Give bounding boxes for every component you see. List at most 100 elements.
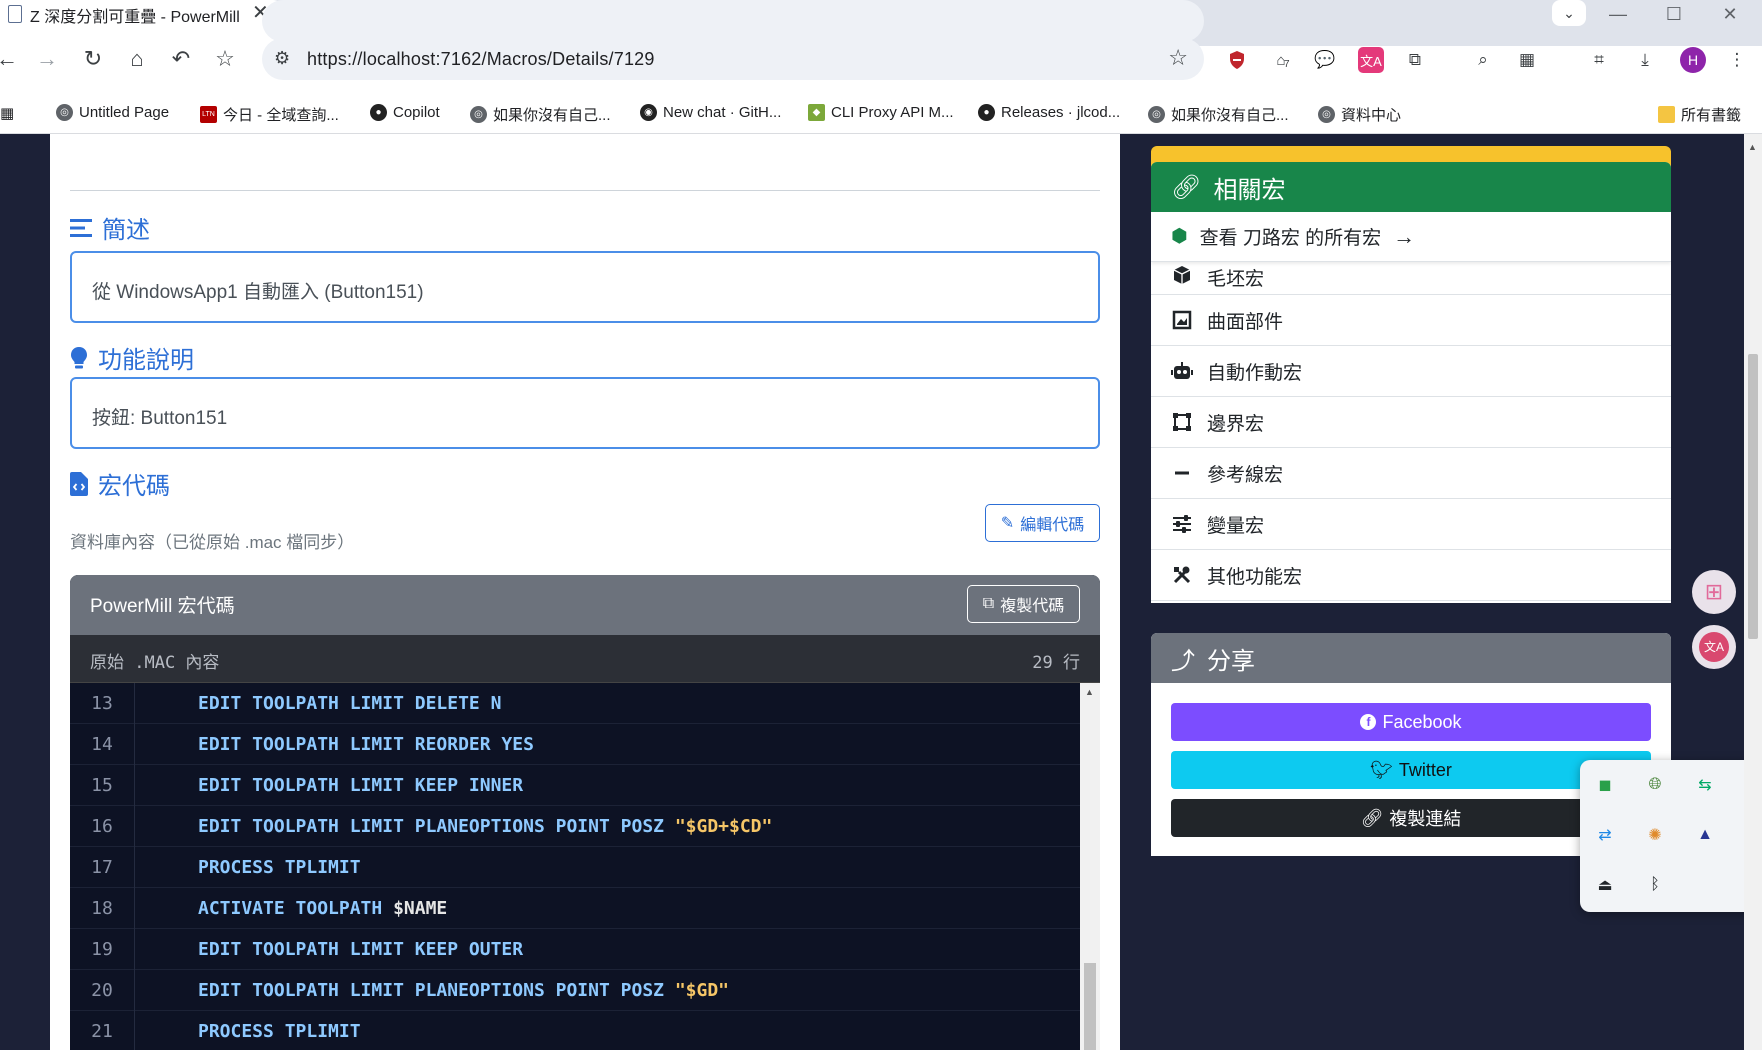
- function-heading: 功能說明: [70, 340, 194, 375]
- address-bar[interactable]: [262, 0, 1204, 42]
- code-keywords: PROCESS TPLIMIT: [198, 856, 361, 878]
- code-heading: 宏代碼: [70, 466, 170, 501]
- apps-add-icon: ⊞: [1704, 579, 1724, 604]
- page-scroll-thumb[interactable]: [1748, 354, 1758, 639]
- bookmark-item[interactable]: ◉ New chat · GitH...: [640, 104, 781, 121]
- shield-extension-icon[interactable]: [1224, 47, 1250, 73]
- related-macro-item[interactable]: 毛坯宏: [1151, 262, 1671, 295]
- scroll-up-arrow[interactable]: ▲: [1085, 687, 1094, 697]
- page-scroll-up-arrow[interactable]: ▲: [1748, 142, 1757, 152]
- bookmark-item[interactable]: ◎ 如果你沒有自己...: [470, 104, 611, 125]
- extensions-puzzle-icon[interactable]: ⧉: [1402, 47, 1428, 73]
- search-icon[interactable]: ⌕: [1470, 47, 1496, 73]
- page-scrollbar[interactable]: ▲: [1744, 134, 1762, 1050]
- sliders-icon: [1171, 513, 1193, 535]
- translate-extension-icon[interactable]: 文A: [1358, 47, 1384, 73]
- line-number: 13: [70, 683, 135, 724]
- twitter-share-button[interactable]: 🐦︎ Twitter: [1171, 751, 1651, 789]
- bookmark-item[interactable]: ◆ CLI Proxy API M...: [808, 104, 954, 121]
- summary-box: 從 WindowsApp1 自動匯入 (Button151): [70, 251, 1100, 323]
- bookmark-item[interactable]: LTN 今日 - 全域查詢...: [200, 104, 339, 125]
- edit-code-button[interactable]: ✎ 編輯代碼: [985, 504, 1100, 542]
- copy-icon: ⧉: [982, 595, 995, 612]
- line-number: 17: [70, 846, 135, 888]
- bookmark-star-icon[interactable]: ☆: [210, 46, 240, 72]
- usb-eject-icon[interactable]: ⏏: [1594, 874, 1616, 896]
- facebook-share-button[interactable]: f Facebook: [1171, 703, 1651, 741]
- code-scrollbar[interactable]: ▲: [1080, 683, 1100, 1050]
- code-lines[interactable]: 13 EDIT TOOLPATH LIMIT DELETE N 14 EDIT TOO…: [70, 683, 1080, 1050]
- back-icon[interactable]: ←: [0, 46, 22, 72]
- view-all-link[interactable]: ⬢ 查看 刀路宏 的所有宏 →: [1151, 212, 1671, 262]
- related-macro-item[interactable]: 其他功能宏: [1151, 550, 1671, 601]
- code-keywords: EDIT TOOLPATH LIMIT DELETE N: [198, 692, 502, 714]
- bookmark-item[interactable]: ◎ 如果你沒有自己...: [1148, 104, 1289, 125]
- menu-icon[interactable]: ⋮: [1724, 47, 1750, 73]
- line-number: 14: [70, 723, 135, 765]
- site-info-icon[interactable]: ⚙: [274, 48, 290, 69]
- page-viewport: 簡述 從 WindowsApp1 自動匯入 (Button151) 功能說明 按…: [0, 134, 1744, 1050]
- maximize-button[interactable]: ☐: [1646, 0, 1702, 28]
- floating-translate-button[interactable]: 文A: [1692, 625, 1736, 669]
- vector-square-icon: [1171, 411, 1193, 433]
- copy-link-button[interactable]: 🔗︎ 複製連結: [1171, 799, 1651, 837]
- undo-icon[interactable]: ↶: [166, 46, 196, 72]
- minimize-button[interactable]: —: [1590, 0, 1646, 28]
- sync-icon[interactable]: ⇄: [1594, 824, 1616, 846]
- all-bookmarks[interactable]: 所有書籤: [1658, 104, 1741, 125]
- summary-title: 簡述: [102, 217, 150, 244]
- bookmark-item[interactable]: ◎ 資料中心: [1318, 104, 1401, 125]
- related-macro-item[interactable]: 邊界宏: [1151, 397, 1671, 448]
- github-icon: ●: [978, 104, 995, 121]
- tab-search-icon[interactable]: ⌄: [1552, 0, 1586, 26]
- chat-extension-icon[interactable]: 💬: [1312, 47, 1338, 73]
- code-text: PROCESS TPLIMIT: [135, 857, 361, 878]
- code-scroll-thumb[interactable]: [1084, 963, 1096, 1050]
- related-macro-item[interactable]: 變量宏: [1151, 499, 1671, 550]
- related-macro-item[interactable]: 曲面部件: [1151, 295, 1671, 346]
- omnibox[interactable]: ⚙ https://localhost:7162/Macros/Details/…: [262, 38, 1204, 80]
- facebook-icon: f: [1360, 714, 1377, 730]
- code-keywords: EDIT TOOLPATH LIMIT KEEP OUTER: [198, 938, 524, 960]
- profile-avatar[interactable]: H: [1680, 47, 1706, 73]
- floating-apps-button[interactable]: ⊞: [1692, 570, 1736, 614]
- globe-icon: ◎: [1148, 106, 1165, 123]
- code-keywords: EDIT TOOLPATH LIMIT PLANEOPTIONS POINT P…: [198, 815, 675, 837]
- share-icon: ⤴: [1171, 647, 1195, 675]
- translate-icon: 文A: [1699, 632, 1729, 662]
- download-icon[interactable]: ⤓: [1632, 47, 1658, 73]
- code-string: "$GD+$CD": [674, 815, 773, 837]
- home-icon[interactable]: ⌂: [122, 46, 152, 72]
- bookmark-item[interactable]: ◎ Untitled Page: [56, 104, 169, 121]
- bookmark-item[interactable]: ● Releases · jlcod...: [978, 104, 1120, 121]
- copy-code-button[interactable]: ⧉ 複製代碼: [967, 585, 1080, 623]
- line-number: 21: [70, 1010, 135, 1050]
- bookmark-item[interactable]: ● Copilot: [370, 104, 440, 121]
- edit-code-label: 編輯代碼: [1020, 517, 1085, 534]
- code-line: 13 EDIT TOOLPATH LIMIT DELETE N: [70, 683, 1080, 724]
- bluetooth-icon[interactable]: ᛒ: [1644, 874, 1666, 896]
- forward-icon[interactable]: →: [32, 46, 62, 72]
- extension-counter-icon[interactable]: ⌂ 7: [1268, 47, 1294, 73]
- browser-tab[interactable]: Z 深度分割可重疊 - PowerMill ✕: [0, 0, 283, 46]
- code-keywords: EDIT TOOLPATH LIMIT PLANEOPTIONS POINT P…: [198, 979, 675, 1001]
- lightbulb-icon: [71, 346, 87, 368]
- url-text[interactable]: https://localhost:7162/Macros/Details/71…: [307, 49, 655, 70]
- mountain-icon[interactable]: ▲: [1694, 824, 1716, 846]
- bookmark-page-icon[interactable]: ☆: [1168, 45, 1188, 71]
- apps-grid-icon[interactable]: ▦: [0, 104, 14, 122]
- nvidia-icon[interactable]: ◼: [1594, 774, 1616, 796]
- qr-code-icon[interactable]: ▦: [1514, 47, 1540, 73]
- ltn-icon: LTN: [200, 106, 217, 123]
- reload-icon[interactable]: ↻: [78, 46, 108, 72]
- remote-icon[interactable]: ⇆: [1694, 774, 1716, 796]
- crop-icon[interactable]: ⌗: [1586, 47, 1612, 73]
- close-window-button[interactable]: ✕: [1702, 0, 1758, 28]
- sun-icon[interactable]: ✺: [1644, 824, 1666, 846]
- globe-app-icon[interactable]: 🌐︎: [1644, 774, 1666, 796]
- related-macro-item[interactable]: 參考線宏: [1151, 448, 1671, 499]
- github-icon: ●: [370, 104, 387, 121]
- divider: [70, 190, 1100, 191]
- related-macro-item[interactable]: 自動作動宏: [1151, 346, 1671, 397]
- robot-icon: [1171, 360, 1193, 382]
